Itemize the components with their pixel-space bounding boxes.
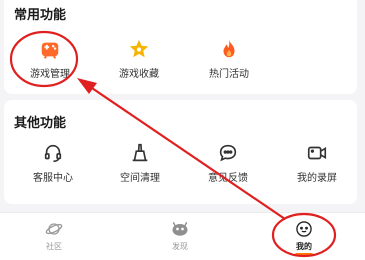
discover-icon bbox=[172, 221, 188, 236]
common-functions-card: 常用功能 游戏管理 游戏收藏 热门活动 bbox=[4, 0, 357, 94]
other-functions-title: 其他功能 bbox=[14, 116, 67, 131]
headset-icon bbox=[44, 144, 62, 163]
star-icon bbox=[129, 39, 149, 58]
feedback-button[interactable]: 意见反馈 bbox=[193, 142, 263, 184]
tab-discover-label: 发现 bbox=[172, 242, 188, 251]
space-cleanup-label: 空间清理 bbox=[120, 173, 160, 184]
hot-events-button[interactable]: 热门活动 bbox=[194, 38, 264, 80]
chat-bubble-icon bbox=[219, 144, 237, 162]
feedback-label: 意见反馈 bbox=[208, 173, 248, 184]
customer-service-label: 客服中心 bbox=[33, 173, 73, 184]
flame-icon bbox=[223, 39, 235, 58]
game-favorites-label: 游戏收藏 bbox=[119, 69, 159, 80]
my-recordings-label: 我的录屏 bbox=[297, 173, 337, 184]
tab-community-label: 社区 bbox=[46, 242, 62, 251]
hot-events-label: 热门活动 bbox=[209, 69, 249, 80]
bottom-nav: 社区 发现 我的 bbox=[0, 212, 365, 260]
tab-mine-label: 我的 bbox=[296, 242, 312, 251]
tab-community[interactable]: 社区 bbox=[24, 213, 84, 260]
tab-mine[interactable]: 我的 bbox=[274, 213, 334, 260]
active-tab-indicator bbox=[295, 253, 313, 256]
space-cleanup-button[interactable]: 空间清理 bbox=[105, 142, 175, 184]
common-functions-title: 常用功能 bbox=[14, 8, 67, 23]
game-management-button[interactable]: 游戏管理 bbox=[15, 38, 85, 80]
customer-service-button[interactable]: 客服中心 bbox=[18, 142, 88, 184]
game-favorites-button[interactable]: 游戏收藏 bbox=[104, 38, 174, 80]
gamepad-icon bbox=[41, 42, 59, 59]
game-management-label: 游戏管理 bbox=[30, 69, 70, 80]
my-recordings-button[interactable]: 我的录屏 bbox=[282, 142, 352, 184]
face-icon bbox=[296, 221, 312, 237]
other-functions-card: 其他功能 客服中心 空间清理 意见反馈 我的录屏 bbox=[4, 100, 357, 204]
planet-icon bbox=[45, 223, 63, 235]
screen-record-icon bbox=[307, 146, 327, 160]
broom-icon bbox=[132, 143, 148, 162]
tab-discover[interactable]: 发现 bbox=[150, 213, 210, 260]
